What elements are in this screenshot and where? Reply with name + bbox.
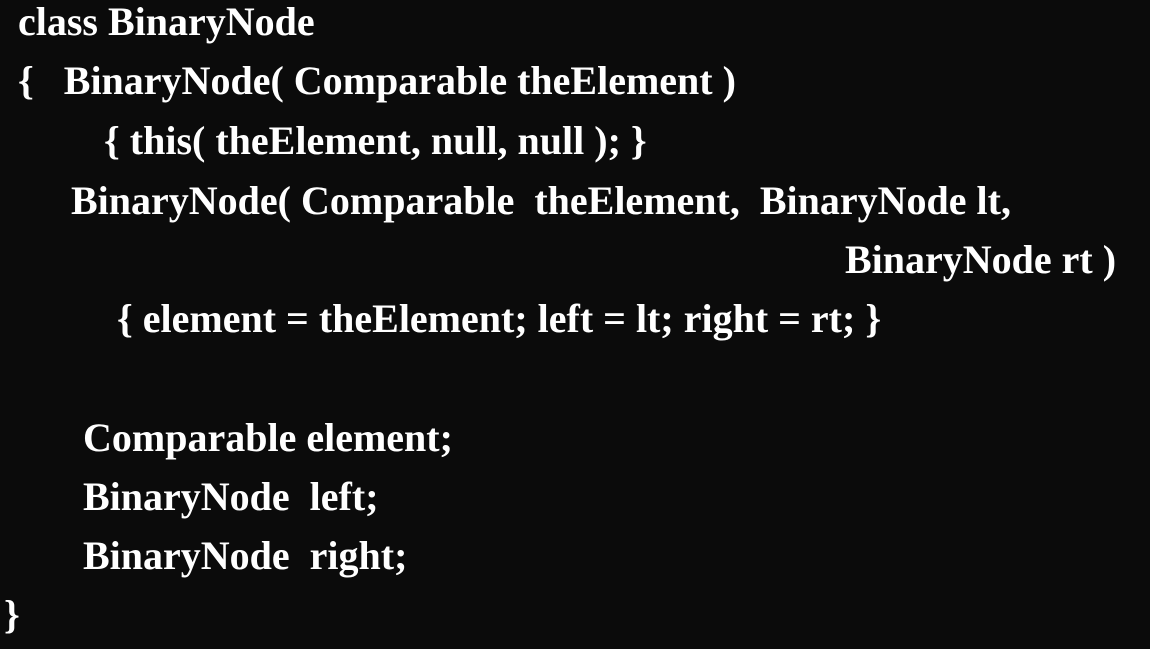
code-line-field-left: BinaryNode left; bbox=[83, 474, 379, 519]
code-line-constructor-two-continuation: BinaryNode rt ) bbox=[845, 237, 1117, 282]
code-line-class-declaration: class BinaryNode bbox=[18, 0, 315, 44]
code-line-field-right: BinaryNode right; bbox=[83, 533, 408, 578]
code-slide: class BinaryNode { BinaryNode( Comparabl… bbox=[0, 0, 1150, 649]
code-line-field-element: Comparable element; bbox=[83, 415, 453, 460]
code-line-constructor-one: { BinaryNode( Comparable theElement ) bbox=[18, 58, 736, 103]
code-line-constructor-two-body: { element = theElement; left = lt; right… bbox=[117, 296, 882, 341]
code-line-constructor-one-body: { this( theElement, null, null ); } bbox=[104, 118, 647, 163]
code-line-closing-brace: } bbox=[4, 592, 20, 637]
code-line-constructor-two: BinaryNode( Comparable theElement, Binar… bbox=[71, 178, 1011, 223]
